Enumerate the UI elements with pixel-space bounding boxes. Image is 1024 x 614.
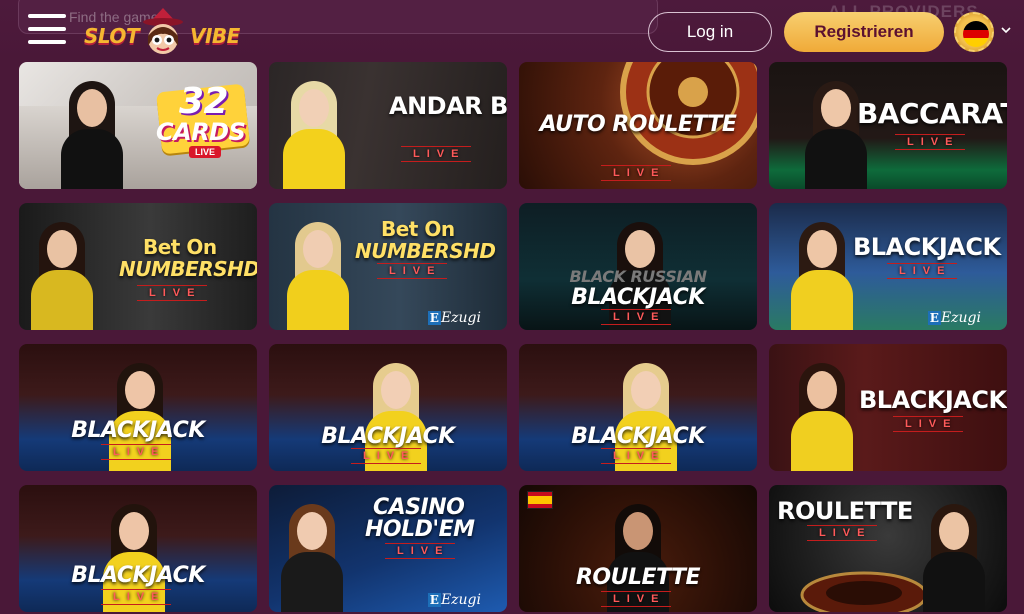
live-label: LIVE (401, 146, 472, 162)
live-label: LIVE (137, 285, 208, 301)
game-tile-bet-on-numbers-hd[interactable]: Bet On NUMBERSHD LIVE (19, 203, 257, 330)
game-title-line2: NUMBERSHD (355, 239, 496, 263)
game-tile-roulette-es[interactable]: ROULETTE LIVE (519, 485, 757, 612)
register-button[interactable]: Registrieren (784, 12, 944, 52)
login-button[interactable]: Log in (648, 12, 772, 52)
game-tile-blackjack-ezugi[interactable]: BLACKJACK LIVE E Ezugi (769, 203, 1007, 330)
live-label: LIVE (101, 589, 172, 605)
game-title-line2: BLACKJACK (571, 285, 705, 310)
dealer-image (787, 220, 857, 330)
game-title: BLACKJACK (853, 233, 1001, 261)
game-title: AUTO ROULETTE (539, 112, 737, 137)
game-tile-blackjack[interactable]: BLACKJACK LIVE (769, 344, 1007, 471)
game-title: BLACKJACK (71, 418, 205, 443)
game-tile-baccarat[interactable]: BACCARAT LIVE (769, 62, 1007, 189)
chevron-down-icon (1001, 27, 1011, 34)
game-title: ROULETTE (575, 565, 701, 590)
game-tile-32-cards[interactable]: 32 CARDS LIVE (19, 62, 257, 189)
live-label: LIVE (351, 448, 422, 464)
badge-word: CARDS (156, 118, 246, 146)
game-title-line2: NUMBERSHD (119, 257, 257, 281)
logo-text-right: VIBE (190, 24, 240, 48)
badge-number: 32 (179, 81, 229, 122)
mascot-icon (143, 8, 183, 54)
dealer-image (787, 361, 857, 471)
hamburger-menu-icon[interactable] (28, 14, 66, 46)
live-label: LIVE (893, 416, 964, 432)
game-tile-roulette[interactable]: ROULETTE LIVE (769, 485, 1007, 612)
germany-flag-icon (963, 21, 989, 47)
game-title: BLACKJACK (859, 386, 1007, 414)
game-title: BLACKJACK (571, 424, 705, 449)
dealer-image (57, 79, 127, 189)
live-label: LIVE (601, 309, 672, 325)
game-tile-blackjack[interactable]: BLACKJACK LIVE (19, 344, 257, 471)
game-title-line1: Bet On (143, 235, 217, 259)
game-title: ROULETTE (777, 497, 913, 525)
game-tile-casino-holdem[interactable]: CASINO HOLD'EM LIVE E Ezugi (269, 485, 507, 612)
game-tile-andar-bahar[interactable]: ANDAR BAHAR LIVE (269, 62, 507, 189)
game-title-line1: Bet On (381, 217, 455, 241)
game-tile-bet-on-numbers-hd-ezugi[interactable]: Bet On NUMBERSHD LIVE E Ezugi (269, 203, 507, 330)
spain-flag-icon (527, 491, 553, 509)
game-tile-blackjack[interactable]: BLACKJACK LIVE (19, 485, 257, 612)
provider-ezugi-logo: E Ezugi (427, 592, 481, 608)
game-title: ANDAR BAHAR (389, 92, 507, 120)
language-selector[interactable] (954, 12, 1016, 52)
provider-ezugi-logo: E Ezugi (427, 310, 481, 326)
game-title-line1: BLACK RUSSIAN (569, 267, 707, 286)
dealer-image (279, 79, 349, 189)
live-label: LIVE (601, 165, 672, 181)
dealer-image (277, 502, 347, 612)
live-label: LIVE (887, 263, 958, 279)
live-label: LIVE (895, 134, 966, 150)
provider-ezugi-logo: E Ezugi (927, 310, 981, 326)
dealer-image (801, 79, 871, 189)
game-title-line1: CASINO (373, 495, 465, 520)
game-title-line2: HOLD'EM (365, 517, 475, 542)
game-tile-black-russian-blackjack[interactable]: BLACK RUSSIAN BLACKJACK LIVE (519, 203, 757, 330)
game-title: BACCARAT (857, 97, 1007, 130)
badge-live: LIVE (189, 146, 221, 158)
game-title: BLACKJACK (321, 424, 455, 449)
live-label: LIVE (377, 263, 448, 279)
live-label: LIVE (601, 448, 672, 464)
live-label: LIVE (601, 591, 672, 607)
top-header: ALL PROVIDERS SLOT VIBE Log in Registrie… (0, 0, 1024, 62)
roulette-wheel-icon (800, 571, 928, 612)
live-label: LIVE (101, 444, 172, 460)
game-grid: 32 CARDS LIVE ANDAR BAHAR LIVE AUTO ROUL… (19, 62, 1007, 612)
dealer-image (919, 502, 989, 612)
game-tile-blackjack[interactable]: BLACKJACK LIVE (519, 344, 757, 471)
logo-text-left: SLOT (84, 24, 140, 48)
dealer-image (283, 220, 353, 330)
game-title: BLACKJACK (71, 563, 205, 588)
game-tile-blackjack[interactable]: BLACKJACK LIVE (269, 344, 507, 471)
dealer-image (27, 220, 97, 330)
site-logo[interactable]: SLOT VIBE (82, 4, 240, 60)
game-tile-auto-roulette[interactable]: AUTO ROULETTE LIVE (519, 62, 757, 189)
live-label: LIVE (385, 543, 456, 559)
flag-ring (954, 12, 994, 52)
live-label: LIVE (807, 525, 878, 541)
